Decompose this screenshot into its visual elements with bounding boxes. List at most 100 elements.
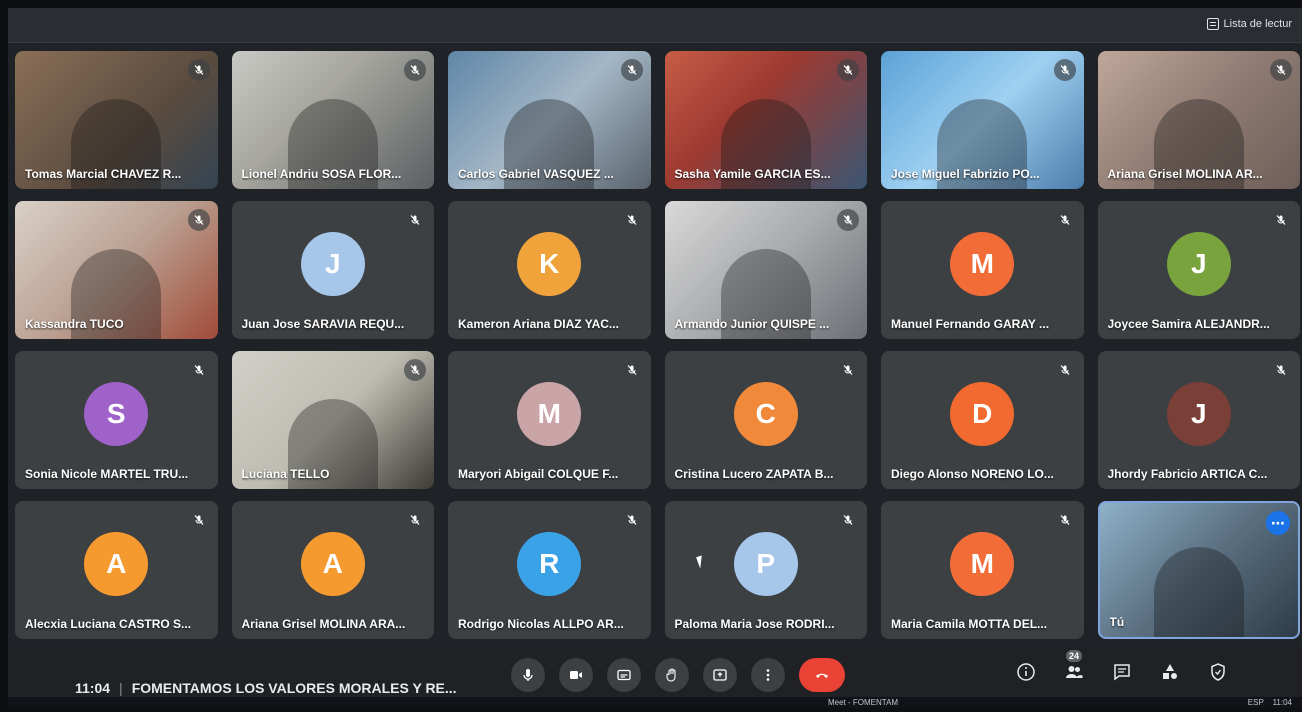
mic-muted-icon: [404, 359, 426, 381]
side-controls: 24: [1012, 650, 1232, 686]
participant-name: Kameron Ariana DIAZ YAC...: [458, 317, 619, 331]
participant-name: Jhordy Fabricio ARTICA C...: [1107, 467, 1268, 481]
taskbar-language[interactable]: ESP: [1248, 698, 1264, 707]
mic-muted-icon: [404, 209, 426, 231]
participant-name: Sasha Yamile GARCIA ES...: [674, 167, 831, 181]
participant-name: Cristina Lucero ZAPATA B...: [674, 467, 834, 481]
people-icon: [1066, 666, 1083, 678]
mic-muted-icon: [1053, 209, 1076, 231]
avatar: P: [733, 532, 798, 596]
participant-tile[interactable]: K Kameron Ariana DIAZ YAC...: [448, 201, 651, 339]
participant-tile[interactable]: C Cristina Lucero ZAPATA B...: [664, 351, 867, 489]
participant-tile[interactable]: R Rodrigo Nicolas ALLPO AR...: [448, 501, 651, 639]
more-options-button[interactable]: [751, 658, 785, 692]
browser-bookmarks-bar: Lista de lectur: [8, 8, 1302, 43]
participant-tile[interactable]: Luciana TELLO: [231, 351, 434, 489]
participant-tile[interactable]: M Manuel Fernando GARAY ...: [881, 201, 1084, 339]
participant-name: Tú: [1109, 615, 1125, 629]
participant-tile[interactable]: Sasha Yamile GARCIA ES...: [664, 51, 867, 189]
present-button[interactable]: [703, 658, 737, 692]
participant-tile[interactable]: Jose Miguel Fabrizio PO...: [881, 51, 1084, 189]
host-controls-button[interactable]: [1204, 658, 1232, 686]
mic-muted-icon: [187, 59, 210, 81]
participants-button[interactable]: 24: [1060, 650, 1088, 686]
captions-icon: [617, 669, 631, 681]
participants-count-badge: 24: [1066, 650, 1083, 662]
participant-tile[interactable]: M Maria Camila MOTTA DEL...: [881, 501, 1084, 639]
activities-button[interactable]: [1156, 658, 1184, 686]
shield-icon: [1211, 663, 1225, 681]
participant-tile[interactable]: ⋯ Tú: [1097, 501, 1300, 639]
participant-name: Joycee Samira ALEJANDR...: [1107, 317, 1270, 331]
call-controls: [511, 658, 845, 692]
participant-tile[interactable]: A Alecxia Luciana CASTRO S...: [15, 501, 218, 639]
participant-tile[interactable]: J Juan Jose SARAVIA REQU...: [231, 201, 434, 339]
end-call-button[interactable]: [799, 658, 845, 692]
participant-name: Maryori Abigail COLQUE F...: [458, 467, 619, 481]
participant-tile[interactable]: Armando Junior QUISPE ...: [664, 201, 867, 339]
meeting-title: FOMENTAMOS LOS VALORES MORALES Y RE...: [131, 680, 457, 696]
windows-taskbar: Meet - FOMENTAM ESP 11:04: [8, 697, 1302, 708]
mic-muted-icon: [837, 59, 859, 81]
meeting-separator: |: [119, 680, 123, 696]
self-more-icon[interactable]: ⋯: [1266, 511, 1290, 535]
participant-tile[interactable]: M Maryori Abigail COLQUE F...: [448, 351, 651, 489]
participant-tile[interactable]: J Joycee Samira ALEJANDR...: [1097, 201, 1300, 339]
participant-tile[interactable]: P Paloma Maria Jose RODRI...: [664, 501, 867, 639]
participant-name: Paloma Maria Jose RODRI...: [674, 617, 835, 631]
present-icon: [713, 669, 727, 681]
avatar: M: [517, 382, 582, 446]
raise-hand-button[interactable]: [655, 658, 689, 692]
activities-icon: [1163, 664, 1177, 679]
taskbar-tray: ESP 11:04: [1248, 698, 1292, 707]
participant-name: Armando Junior QUISPE ...: [674, 317, 830, 331]
mic-muted-icon: [837, 509, 859, 531]
participant-tile[interactable]: Tomas Marcial CHAVEZ R...: [15, 51, 218, 189]
mic-muted-icon: [1053, 359, 1076, 381]
participant-name: Lionel Andriu SOSA FLOR...: [241, 167, 402, 181]
participant-tile[interactable]: A Ariana Grisel MOLINA ARA...: [231, 501, 434, 639]
participant-tile[interactable]: Lionel Andriu SOSA FLOR...: [231, 51, 434, 189]
avatar: R: [517, 532, 582, 596]
participant-name: Kassandra TUCO: [25, 317, 124, 331]
mic-muted-icon: [1270, 59, 1292, 81]
avatar: J: [1166, 232, 1231, 296]
chat-icon: [1114, 664, 1130, 681]
mic-muted-icon: [1053, 509, 1076, 531]
participant-name: Sonia Nicole MARTEL TRU...: [25, 467, 189, 481]
reading-list-button[interactable]: Lista de lectur: [1206, 18, 1292, 30]
meeting-details-button[interactable]: [1012, 658, 1040, 686]
chat-button[interactable]: [1108, 658, 1136, 686]
participant-name: Rodrigo Nicolas ALLPO AR...: [458, 617, 624, 631]
mic-muted-icon: [837, 209, 859, 231]
participant-name: Alecxia Luciana CASTRO S...: [25, 617, 192, 631]
taskbar-meet-item[interactable]: Meet - FOMENTAM: [828, 698, 898, 707]
end-call-icon: [816, 673, 828, 678]
participant-name: Carlos Gabriel VASQUEZ ...: [458, 167, 614, 181]
participant-tile[interactable]: Ariana Grisel MOLINA AR...: [1097, 51, 1300, 189]
avatar: M: [950, 532, 1015, 596]
more-options-icon: [766, 669, 770, 681]
camera-button[interactable]: [559, 658, 593, 692]
mic-muted-icon: [1270, 209, 1292, 231]
participant-tile[interactable]: S Sonia Nicole MARTEL TRU...: [15, 351, 218, 489]
raise-hand-icon: [666, 668, 676, 682]
mic-button[interactable]: [511, 658, 545, 692]
mic-muted-icon: [620, 509, 643, 531]
meeting-info: 11:04 | FOMENTAMOS LOS VALORES MORALES Y R…: [75, 680, 457, 696]
participant-grid: Tomas Marcial CHAVEZ R... Lionel Andriu S…: [15, 51, 1300, 639]
participant-tile[interactable]: J Jhordy Fabricio ARTICA C...: [1097, 351, 1300, 489]
participant-tile[interactable]: Kassandra TUCO: [15, 201, 218, 339]
captions-button[interactable]: [607, 658, 641, 692]
avatar: C: [733, 382, 798, 446]
mic-muted-icon: [620, 59, 643, 81]
avatar: D: [950, 382, 1015, 446]
avatar: J: [1166, 382, 1231, 446]
reading-list-icon: [1206, 18, 1219, 30]
mic-muted-icon: [1270, 359, 1292, 381]
avatar: A: [300, 532, 365, 596]
participant-tile[interactable]: Carlos Gabriel VASQUEZ ...: [448, 51, 651, 189]
participant-name: Jose Miguel Fabrizio PO...: [891, 167, 1040, 181]
participant-tile[interactable]: D Diego Alonso NORENO LO...: [881, 351, 1084, 489]
taskbar-clock: 11:04: [1272, 698, 1292, 707]
